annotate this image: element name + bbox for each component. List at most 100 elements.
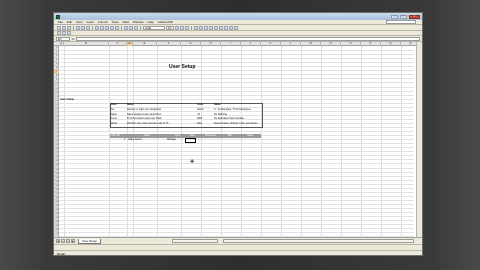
column-header[interactable]: P: [361, 42, 381, 46]
gridline-horizontal: [59, 94, 414, 96]
prev-sheet-icon[interactable]: ‹: [61, 239, 65, 243]
toolbar-separator: [92, 25, 93, 30]
align-center-icon[interactable]: [199, 25, 203, 30]
column-header[interactable]: K: [261, 42, 281, 46]
user-type-cell[interactable]: Manager: [167, 138, 176, 142]
legend-cell: Number or login user designator: [127, 108, 162, 111]
column-header[interactable]: J: [241, 42, 261, 46]
gridline-horizontal: [59, 175, 414, 177]
column-header[interactable]: H: [201, 42, 221, 46]
menu-view[interactable]: View: [76, 20, 82, 24]
font-color-icon[interactable]: [234, 25, 238, 30]
column-header[interactable]: O: [341, 42, 361, 46]
legend-cell: Mode: [111, 121, 117, 125]
column-header[interactable]: C: [109, 42, 127, 46]
preview-icon[interactable]: [81, 25, 85, 30]
sheet-tab-user-setup[interactable]: User Setup: [78, 238, 102, 244]
paste-icon[interactable]: [105, 25, 109, 30]
gridline-horizontal: [59, 183, 414, 185]
help-search-input[interactable]: [386, 20, 416, 24]
legend-cell: S - for Managed, TF for Employees: [214, 108, 252, 111]
column-header[interactable]: M: [301, 42, 321, 46]
align-left-icon[interactable]: [194, 25, 198, 30]
font-size-select[interactable]: 10: [166, 25, 174, 30]
menu-format[interactable]: Format: [98, 20, 108, 24]
last-sheet-icon[interactable]: ▸: [71, 239, 75, 243]
horizontal-scroll-track[interactable]: [223, 239, 414, 243]
sheet-title: User Setup: [169, 64, 196, 70]
menu-file[interactable]: File: [58, 20, 63, 24]
column-header[interactable]: E: [133, 42, 157, 46]
column-header[interactable]: L: [281, 42, 301, 46]
pdf-review-icon[interactable]: [67, 31, 71, 35]
active-cell-selection[interactable]: [185, 138, 196, 143]
menu-adobe-pdf[interactable]: Adobe PDF: [158, 20, 174, 24]
column-header[interactable]: B: [64, 42, 109, 46]
column-header[interactable]: I: [221, 42, 241, 46]
menu-data[interactable]: Data: [123, 20, 129, 24]
pdf-icon[interactable]: [57, 31, 61, 35]
gridline-horizontal: [59, 159, 414, 161]
percent-icon[interactable]: [219, 25, 223, 30]
menu-help[interactable]: Help: [148, 20, 154, 24]
column-title: EFT: [228, 134, 233, 137]
gridline-horizontal: [59, 143, 414, 145]
column-title: Notes: [247, 134, 254, 137]
spell-icon[interactable]: [86, 25, 90, 30]
copy-icon[interactable]: [100, 25, 104, 30]
mouse-cursor-icon: ✥: [190, 159, 195, 165]
close-button[interactable]: ×: [409, 14, 420, 19]
toolbar-separator: [121, 25, 122, 30]
underline-icon[interactable]: [185, 25, 189, 30]
worksheet-grid[interactable]: ABCDEFGHIJKLMNOPQRST 1234567891011121314…: [54, 42, 422, 237]
minimize-button[interactable]: –: [391, 14, 398, 19]
borders-icon[interactable]: [224, 25, 228, 30]
menu-edit[interactable]: Edit: [67, 20, 72, 24]
sort-icon[interactable]: [129, 25, 133, 30]
gridline-horizontal: [59, 78, 414, 80]
gridline-horizontal: [59, 224, 414, 226]
column-header[interactable]: N: [321, 42, 341, 46]
first-sheet-icon[interactable]: ◂: [56, 239, 60, 243]
sum-icon[interactable]: [124, 25, 128, 30]
redo-icon[interactable]: [115, 25, 119, 30]
gridline-horizontal: [59, 86, 414, 88]
new-icon[interactable]: [57, 25, 61, 30]
bold-icon[interactable]: [175, 25, 179, 30]
horizontal-scrollbar[interactable]: [172, 239, 219, 243]
save-icon[interactable]: [67, 25, 71, 30]
user-name-cell[interactable]: Adam Jarrett: [128, 138, 142, 142]
gridline-horizontal: [59, 58, 414, 60]
formula-bar[interactable]: [76, 36, 420, 41]
fx-icon[interactable]: fx: [72, 37, 74, 41]
section-label: Users Setup: [60, 98, 74, 101]
menu-tools[interactable]: Tools: [112, 20, 119, 24]
pdf-email-icon[interactable]: [62, 31, 66, 35]
cut-icon[interactable]: [95, 25, 99, 30]
font-name-select[interactable]: Arial: [143, 25, 165, 30]
menu-window[interactable]: Window: [133, 20, 144, 24]
column-header[interactable]: F: [157, 42, 181, 46]
print-icon[interactable]: [76, 25, 80, 30]
currency-icon[interactable]: [214, 25, 218, 30]
gridline-horizontal: [59, 74, 414, 76]
undo-icon[interactable]: [110, 25, 114, 30]
italic-icon[interactable]: [180, 25, 184, 30]
next-sheet-icon[interactable]: ›: [66, 239, 70, 243]
user-number-cell[interactable]: 1: [124, 138, 125, 142]
column-header[interactable]: G: [181, 42, 201, 46]
legend-cell: No Staff Pay: [214, 112, 228, 116]
open-icon[interactable]: [62, 25, 66, 30]
merge-icon[interactable]: [209, 25, 213, 30]
maximize-button[interactable]: □: [400, 14, 407, 19]
gridline-horizontal: [59, 147, 414, 149]
fill-color-icon[interactable]: [229, 25, 233, 30]
gridline-horizontal: [59, 70, 414, 72]
menu-insert[interactable]: Insert: [86, 20, 94, 24]
name-box[interactable]: D7: [56, 36, 70, 41]
gridline-horizontal: [59, 139, 414, 141]
vertical-scrollbar[interactable]: [416, 42, 422, 237]
column-header[interactable]: Q: [381, 42, 401, 46]
align-right-icon[interactable]: [204, 25, 208, 30]
chart-icon[interactable]: [134, 25, 138, 30]
